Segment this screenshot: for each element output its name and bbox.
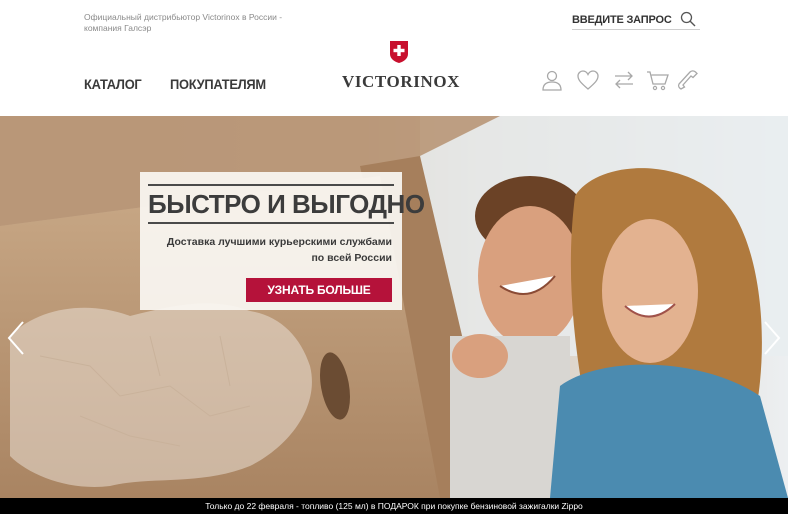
- victorinox-logo[interactable]: VICTORINOX: [338, 40, 464, 94]
- user-icon[interactable]: [540, 68, 564, 92]
- learn-more-button[interactable]: УЗНАТЬ БОЛЬШЕ: [246, 278, 392, 302]
- compare-icon[interactable]: [612, 68, 636, 92]
- hero-banner: БЫСТРО И ВЫГОДНО Доставка лучшими курьер…: [0, 116, 788, 498]
- cart-icon[interactable]: [646, 68, 670, 92]
- chevron-right-icon[interactable]: [762, 320, 782, 356]
- promo-ticker[interactable]: Только до 22 февраля - топливо (125 мл) …: [0, 498, 788, 514]
- nav-catalog[interactable]: КАТАЛОГ: [84, 76, 142, 92]
- search-bar[interactable]: [572, 10, 700, 30]
- heart-icon[interactable]: [576, 68, 600, 92]
- promo-box: БЫСТРО И ВЫГОДНО Доставка лучшими курьер…: [140, 172, 425, 310]
- phone-icon[interactable]: [676, 68, 700, 92]
- logo-wordmark: VICTORINOX: [341, 72, 461, 91]
- chevron-left-icon[interactable]: [6, 320, 26, 356]
- promo-text: Доставка лучшими курьерскими службами по…: [166, 236, 392, 264]
- swiss-cross-shield-icon: [390, 41, 408, 63]
- nav-buyers[interactable]: ПОКУПАТЕЛЯМ: [170, 76, 266, 92]
- distributor-text: Официальный дистрибьютор Victorinox в Ро…: [84, 12, 283, 33]
- search-icon[interactable]: [680, 11, 696, 27]
- search-input[interactable]: [572, 10, 672, 29]
- promo-title: БЫСТРО И ВЫГОДНО: [148, 184, 425, 224]
